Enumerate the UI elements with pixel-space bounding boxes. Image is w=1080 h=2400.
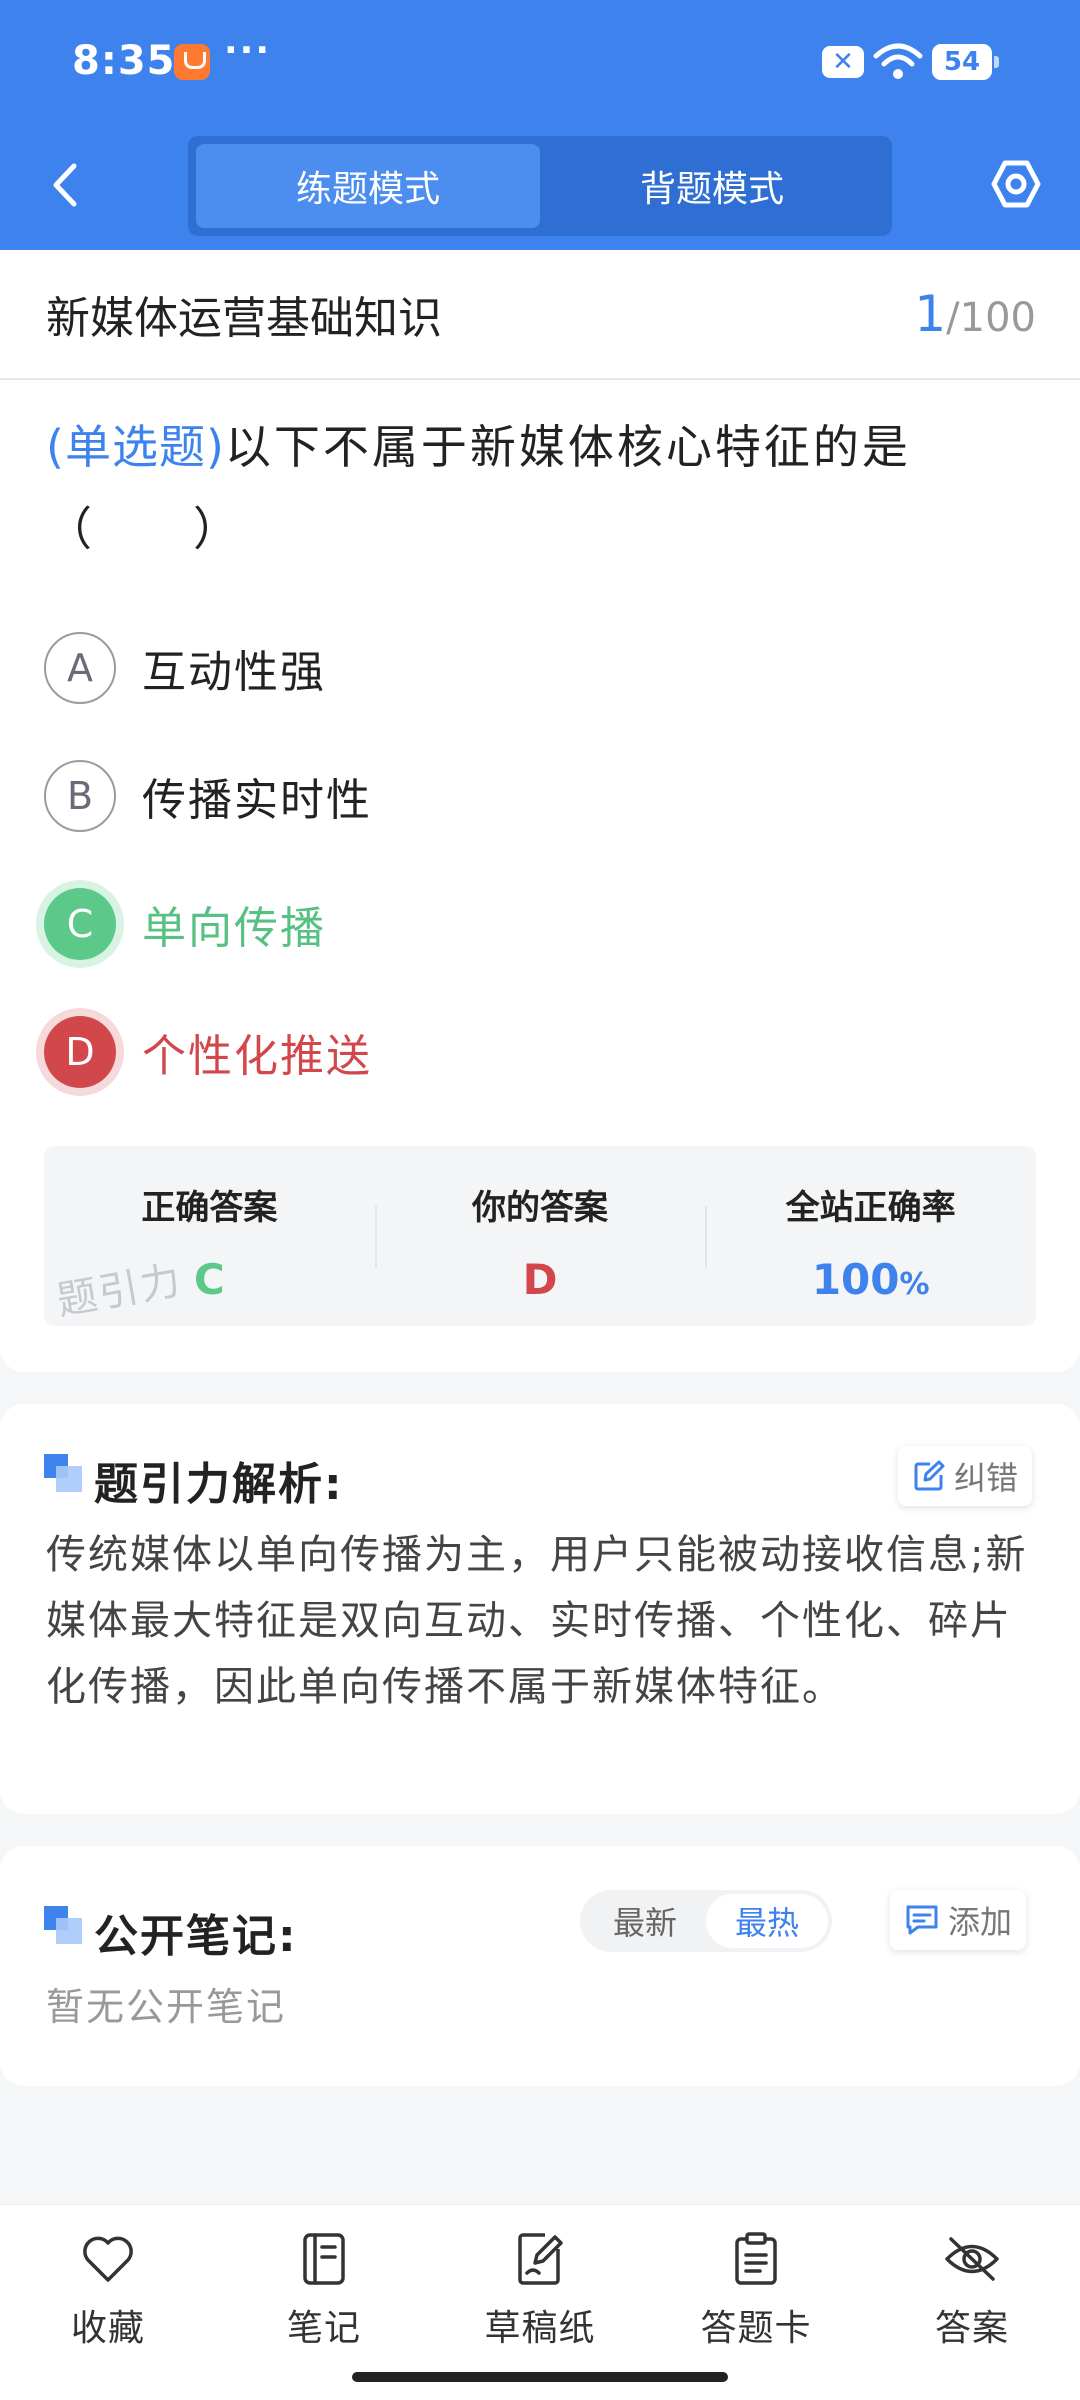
analysis-header: 题引力解析: 纠错 bbox=[0, 1434, 1080, 1510]
option-text: 互动性强 bbox=[142, 647, 326, 698]
chevron-left-icon bbox=[53, 163, 77, 207]
option-a[interactable]: A 互动性强 bbox=[44, 604, 1080, 732]
bottom-toolbar: 收藏 笔记 草稿纸 答题卡 答案 bbox=[0, 2204, 1080, 2400]
comment-icon bbox=[906, 1905, 938, 1935]
accuracy-rate-unit: % bbox=[899, 1267, 930, 1302]
heart-icon bbox=[78, 2229, 138, 2289]
notes-empty-text: 暂无公开笔记 bbox=[46, 1985, 287, 2029]
option-letter: C bbox=[44, 888, 116, 960]
draft-paper-icon bbox=[510, 2229, 570, 2289]
answer-summary: 正确答案 C 你的答案 D 全站正确率 100% 题引力 bbox=[44, 1146, 1036, 1326]
favorite-label: 收藏 bbox=[70, 2308, 145, 2349]
option-c[interactable]: C 单向传播 bbox=[44, 860, 1080, 988]
option-letter: A bbox=[44, 632, 116, 704]
question-titlebar: 新媒体运营基础知识 1/100 bbox=[0, 250, 1080, 380]
tab-memorize-mode[interactable]: 背题模式 bbox=[540, 144, 884, 228]
notebook-icon bbox=[294, 2229, 354, 2289]
public-notes-card: 公开笔记: 最新 最热 添加 暂无公开笔记 bbox=[0, 1846, 1080, 2086]
section-squares-icon bbox=[44, 1454, 82, 1492]
sort-hottest[interactable]: 最热 bbox=[706, 1894, 828, 1948]
option-text: 个性化推送 bbox=[142, 1031, 372, 1082]
shopping-app-icon bbox=[174, 44, 210, 80]
notes-button[interactable]: 笔记 bbox=[216, 2205, 432, 2400]
notes-label: 笔记 bbox=[286, 2308, 361, 2349]
option-b[interactable]: B 传播实时性 bbox=[44, 732, 1080, 860]
option-text: 传播实时性 bbox=[142, 775, 372, 826]
wifi-icon bbox=[873, 43, 923, 79]
analysis-card: 题引力解析: 纠错 传统媒体以单向传播为主，用户只能被动接收信息;新媒体最大特征… bbox=[0, 1404, 1080, 1814]
add-note-label: 添加 bbox=[948, 1903, 1013, 1941]
hexagon-settings-icon bbox=[991, 160, 1041, 208]
add-note-button[interactable]: 添加 bbox=[890, 1890, 1027, 1950]
report-error-label: 纠错 bbox=[954, 1459, 1019, 1497]
status-time: 8:35 bbox=[72, 38, 176, 84]
back-button[interactable] bbox=[40, 150, 88, 220]
sort-latest[interactable]: 最新 bbox=[584, 1894, 706, 1948]
your-answer-value: D bbox=[522, 1255, 558, 1304]
show-answer-label: 答案 bbox=[934, 2308, 1009, 2349]
battery-icon: 54 bbox=[932, 44, 999, 80]
accuracy-rate-column: 全站正确率 100% bbox=[705, 1146, 1036, 1326]
question-type: (单选题) bbox=[46, 420, 225, 474]
options-list: A 互动性强 B 传播实时性 C 单向传播 D 个性化推送 bbox=[0, 604, 1080, 1116]
question-total: /100 bbox=[946, 295, 1036, 341]
your-answer-label: 你的答案 bbox=[472, 1188, 608, 1228]
report-error-button[interactable]: 纠错 bbox=[898, 1446, 1033, 1506]
option-d[interactable]: D 个性化推送 bbox=[44, 988, 1080, 1116]
mode-switch: 练题模式 背题模式 bbox=[188, 136, 892, 236]
option-text: 单向传播 bbox=[142, 903, 326, 954]
accuracy-rate-number: 100 bbox=[811, 1255, 900, 1304]
question-text: (单选题)以下不属于新媒体核心特征的是（ ） bbox=[0, 380, 1080, 570]
section-squares-icon bbox=[44, 1906, 82, 1944]
your-answer-column: 你的答案 D bbox=[374, 1146, 706, 1326]
status-more-icon: ··· bbox=[224, 30, 272, 71]
status-bar: 8:35 ··· ✕ 54 bbox=[0, 0, 1080, 125]
home-indicator[interactable] bbox=[352, 2372, 728, 2382]
accuracy-rate-value: 100% bbox=[705, 1255, 1036, 1304]
analysis-title: 题引力解析: bbox=[94, 1459, 344, 1510]
answer-sheet-icon bbox=[726, 2229, 786, 2289]
no-sim-icon: ✕ bbox=[822, 46, 864, 78]
answer-sheet-button[interactable]: 答题卡 bbox=[648, 2205, 864, 2400]
answer-sheet-label: 答题卡 bbox=[700, 2308, 812, 2349]
app-header: 8:35 ··· ✕ 54 练题模式 背题模式 bbox=[0, 0, 1080, 250]
correct-answer-label: 正确答案 bbox=[141, 1188, 278, 1228]
draft-paper-button[interactable]: 草稿纸 bbox=[432, 2205, 648, 2400]
notes-sort-toggle: 最新 最热 bbox=[580, 1890, 832, 1952]
accuracy-rate-label: 全站正确率 bbox=[785, 1188, 956, 1228]
settings-button[interactable] bbox=[988, 152, 1044, 216]
notes-title: 公开笔记: bbox=[94, 1911, 298, 1962]
option-letter: D bbox=[44, 1016, 116, 1088]
show-answer-button[interactable]: 答案 bbox=[864, 2205, 1080, 2400]
edit-icon bbox=[914, 1460, 945, 1491]
draft-paper-label: 草稿纸 bbox=[484, 2308, 596, 2349]
question-current-number: 1 bbox=[914, 285, 947, 343]
tab-practice-mode[interactable]: 练题模式 bbox=[196, 144, 540, 228]
question-counter[interactable]: 1/100 bbox=[914, 285, 1036, 343]
question-card: 新媒体运营基础知识 1/100 (单选题)以下不属于新媒体核心特征的是（ ） A… bbox=[0, 250, 1080, 1372]
option-letter: B bbox=[44, 760, 116, 832]
analysis-body: 传统媒体以单向传播为主，用户只能被动接收信息;新媒体最大特征是双向互动、实时传播… bbox=[46, 1532, 1028, 1710]
favorite-button[interactable]: 收藏 bbox=[0, 2205, 216, 2400]
eye-off-icon bbox=[942, 2229, 1002, 2289]
question-category: 新媒体运营基础知识 bbox=[46, 293, 442, 344]
